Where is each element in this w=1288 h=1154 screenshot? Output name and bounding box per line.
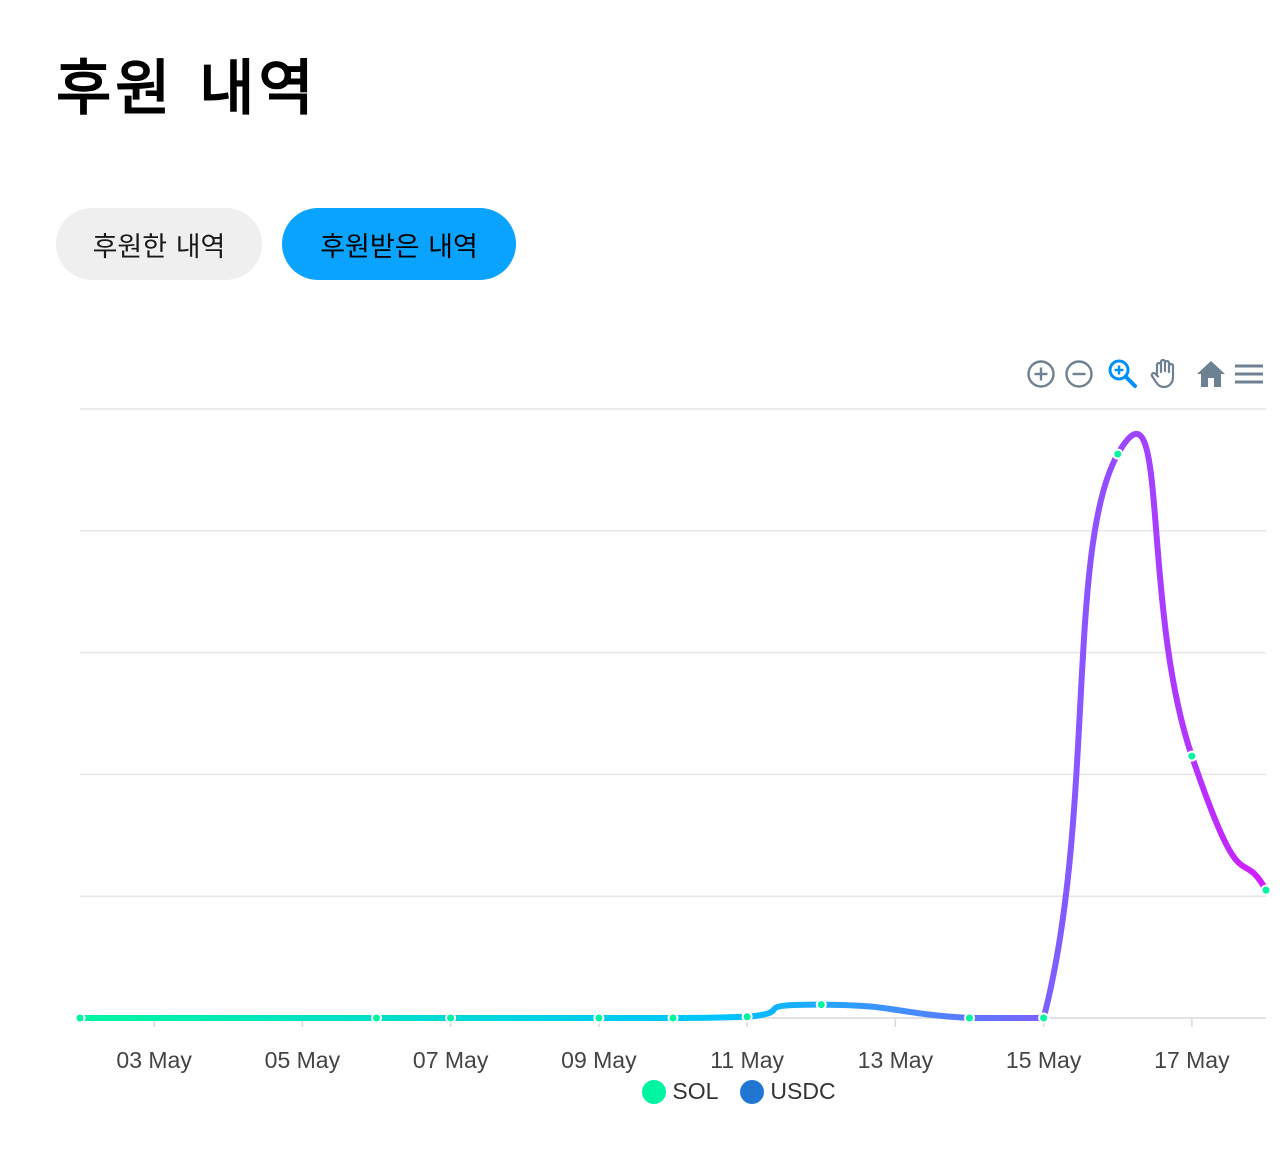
x-tick-label: 05 May	[265, 1047, 341, 1073]
legend-marker-sol	[642, 1079, 667, 1104]
series-line-sol[interactable]	[77, 431, 1269, 1022]
data-point[interactable]	[1260, 884, 1272, 896]
data-point[interactable]	[1112, 448, 1124, 460]
x-tick-label: 11 May	[710, 1047, 784, 1073]
data-point[interactable]	[741, 1011, 753, 1023]
data-point[interactable]	[667, 1012, 679, 1024]
line-chart[interactable]: 03 May 05 May 07 May 09 May 11 May 13 May 15 M…	[0, 0, 1288, 1154]
x-tick-label: 15 May	[1006, 1047, 1082, 1073]
x-tick-label: 13 May	[858, 1047, 934, 1073]
chart-legend: SOL USDC	[0, 1078, 1288, 1105]
grid-lines	[80, 408, 1266, 1019]
series-lines	[77, 431, 1269, 1022]
data-point[interactable]	[371, 1012, 382, 1024]
legend-item-usdc[interactable]: USDC	[740, 1078, 836, 1105]
x-tick-label: 07 May	[413, 1047, 489, 1073]
legend-marker-usdc	[740, 1079, 765, 1104]
data-point[interactable]	[74, 1012, 86, 1024]
x-tick-label: 03 May	[116, 1047, 192, 1073]
data-point[interactable]	[593, 1012, 605, 1024]
data-point[interactable]	[815, 999, 827, 1011]
data-point[interactable]	[1186, 750, 1198, 762]
x-axis-labels: 03 May 05 May 07 May 09 May 11 May 13 May 15 M…	[116, 1047, 1230, 1073]
legend-label-usdc: USDC	[770, 1078, 836, 1104]
legend-item-sol[interactable]: SOL	[642, 1078, 718, 1105]
data-point[interactable]	[964, 1012, 975, 1024]
page: 후원 내역 후원한 내역 후원받은 내역 03 May 05 May 07 Ma…	[0, 0, 1288, 1154]
x-tick-label: 17 May	[1154, 1047, 1230, 1073]
data-point[interactable]	[1038, 1012, 1050, 1024]
legend-label-sol: SOL	[672, 1078, 719, 1104]
x-tick-label: 09 May	[561, 1047, 637, 1073]
data-point[interactable]	[445, 1012, 457, 1024]
chart-container: 03 May 05 May 07 May 09 May 11 May 13 May 15 M…	[0, 0, 1288, 1154]
